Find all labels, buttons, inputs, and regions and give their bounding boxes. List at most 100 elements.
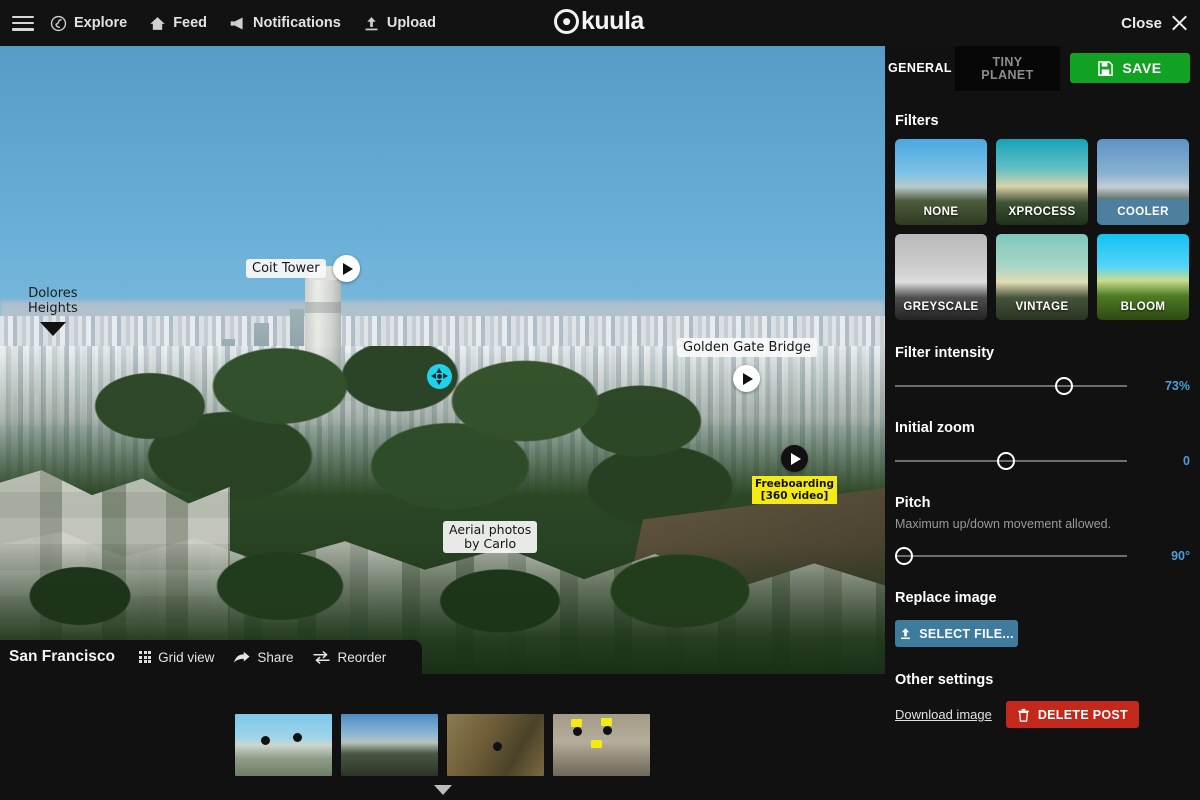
tab-general[interactable]: GENERAL	[885, 46, 955, 91]
kuula-wordmark: kuula	[581, 7, 644, 35]
slider-knob[interactable]	[895, 547, 913, 565]
settings-panel: GENERAL TINY PLANET SAVE Filters NONE XP…	[885, 46, 1200, 800]
tab-tiny-planet-line1: TINY	[992, 54, 1023, 69]
hotspot-move-icon[interactable]	[427, 364, 452, 389]
delete-post-label: DELETE POST	[1037, 707, 1128, 722]
thumbnail-item[interactable]	[553, 714, 650, 776]
share-label: Share	[257, 649, 294, 665]
hotspot-dolores-line1: Dolores	[28, 286, 78, 301]
play-icon[interactable]	[332, 255, 360, 282]
nav-item-notifications-label: Notifications	[253, 15, 341, 31]
select-file-button[interactable]: SELECT FILE...	[895, 620, 1018, 647]
tab-general-label: GENERAL	[888, 61, 952, 75]
nav-item-notifications[interactable]: Notifications	[229, 15, 341, 32]
filter-label: COOLER	[1097, 199, 1189, 225]
kuula-mark-icon	[554, 9, 579, 34]
tab-tiny-planet-line2: PLANET	[981, 67, 1034, 82]
initial-zoom-value: 0	[1183, 454, 1190, 468]
filter-option-xprocess[interactable]: XPROCESS	[996, 139, 1088, 225]
filter-label: NONE	[923, 206, 959, 218]
initial-zoom-section: Initial zoom 0	[885, 420, 1200, 470]
grid-view-button[interactable]: Grid view	[138, 649, 215, 665]
hotspot-golden-gate-label: Golden Gate Bridge	[677, 338, 817, 357]
download-image-link[interactable]: Download image	[895, 707, 992, 722]
share-arrow-icon	[234, 651, 250, 664]
trash-icon	[1017, 708, 1030, 722]
hotspot-aerial-line2: by Carlo	[464, 536, 517, 551]
thumbnail-item[interactable]	[447, 714, 544, 776]
nav-item-explore-label: Explore	[74, 15, 128, 31]
panel-tabs: GENERAL TINY PLANET SAVE	[885, 46, 1200, 91]
hotspot-dolores-line2: Heights	[28, 301, 78, 316]
save-button-label: SAVE	[1122, 60, 1162, 76]
initial-zoom-label: Initial zoom	[895, 420, 975, 436]
filter-label: GREYSCALE	[903, 301, 979, 313]
hotspot-coit-tower-label: Coit Tower	[246, 259, 326, 278]
pitch-slider[interactable]	[895, 547, 1127, 565]
hamburger-menu-icon[interactable]	[12, 15, 34, 31]
thumbnail-strip	[0, 674, 885, 800]
play-icon[interactable]	[781, 445, 809, 472]
play-icon[interactable]	[733, 365, 761, 392]
select-file-label: SELECT FILE...	[919, 626, 1014, 641]
chevron-down-icon[interactable]	[39, 322, 66, 336]
filter-option-none[interactable]: NONE	[895, 139, 987, 225]
filter-grid: NONE XPROCESS COOLER GREYSCALE VINTAGE B…	[895, 139, 1200, 320]
collapse-strip-chevron-down-icon[interactable]	[433, 785, 452, 795]
filter-intensity-label: Filter intensity	[895, 345, 995, 361]
replace-image-label: Replace image	[895, 590, 997, 606]
other-settings-label: Other settings	[895, 672, 994, 688]
filters-section: Filters NONE XPROCESS COOLER GREYSCALE V…	[885, 113, 1200, 320]
delete-post-button[interactable]: DELETE POST	[1005, 701, 1139, 728]
filter-option-vintage[interactable]: VINTAGE	[996, 234, 1088, 320]
hotspot-golden-gate-bridge[interactable]: Golden Gate Bridge	[677, 338, 817, 392]
filter-option-bloom[interactable]: BLOOM	[1097, 234, 1189, 320]
upload-icon	[363, 15, 380, 32]
close-icon	[1171, 15, 1188, 32]
filter-option-greyscale[interactable]: GREYSCALE	[895, 234, 987, 320]
filter-intensity-value: 73%	[1164, 379, 1190, 393]
thumbnail-item[interactable]	[341, 714, 438, 776]
hotspot-coit-tower[interactable]: Coit Tower	[246, 255, 360, 282]
four-arrows-icon	[431, 368, 448, 385]
save-button[interactable]: SAVE	[1070, 53, 1190, 83]
other-settings-section: Other settings Download image DELETE POS…	[885, 672, 1200, 728]
nav-item-feed[interactable]: Feed	[149, 15, 207, 32]
nav-item-upload-label: Upload	[386, 15, 436, 31]
close-button[interactable]: Close	[1121, 0, 1188, 46]
kuula-editor-app: Explore Feed Notifications Upload kuula	[0, 0, 1200, 800]
filter-label: BLOOM	[1120, 301, 1166, 313]
nav-item-explore[interactable]: Explore	[50, 15, 127, 32]
hotspot-aerial-photos[interactable]: Aerial photos by Carlo	[443, 521, 538, 553]
megaphone-icon	[229, 15, 246, 32]
hotspot-aerial-line1: Aerial photos	[449, 522, 532, 537]
close-button-label: Close	[1121, 14, 1162, 32]
floppy-disk-icon	[1098, 60, 1114, 76]
hotspot-dolores-heights[interactable]: Dolores Heights	[28, 286, 78, 336]
reorder-label: Reorder	[337, 649, 387, 665]
kuula-logo[interactable]: kuula	[554, 9, 644, 34]
thumbnail-item[interactable]	[235, 714, 332, 776]
initial-zoom-slider[interactable]	[895, 452, 1127, 470]
filter-label: VINTAGE	[1015, 301, 1069, 313]
grid-icon	[138, 650, 152, 664]
slider-knob[interactable]	[1055, 377, 1074, 395]
filter-intensity-section: Filter intensity 73%	[885, 345, 1200, 395]
upload-icon	[899, 627, 912, 640]
nav-item-upload[interactable]: Upload	[363, 15, 436, 32]
pitch-section: Pitch Maximum up/down movement allowed. …	[885, 495, 1200, 565]
top-navigation-bar: Explore Feed Notifications Upload kuula	[0, 0, 1200, 46]
filter-intensity-slider[interactable]	[895, 377, 1127, 395]
share-button[interactable]: Share	[234, 650, 293, 665]
slider-knob[interactable]	[997, 452, 1016, 470]
home-icon	[149, 15, 166, 32]
panorama-viewer[interactable]: Coit Tower Dolores Heights Golden Gate B…	[0, 46, 885, 674]
hotspot-freeboarding-video[interactable]: Freeboarding [360 video]	[752, 445, 838, 504]
pitch-value: 90°	[1171, 549, 1190, 563]
tab-tiny-planet[interactable]: TINY PLANET	[955, 46, 1060, 91]
grid-view-label: Grid view	[158, 649, 215, 665]
hotspot-freeboarding-line1: Freeboarding	[755, 478, 835, 490]
filter-option-cooler[interactable]: COOLER	[1097, 139, 1189, 225]
filters-title: Filters	[895, 113, 939, 129]
reorder-button[interactable]: Reorder	[313, 650, 386, 665]
